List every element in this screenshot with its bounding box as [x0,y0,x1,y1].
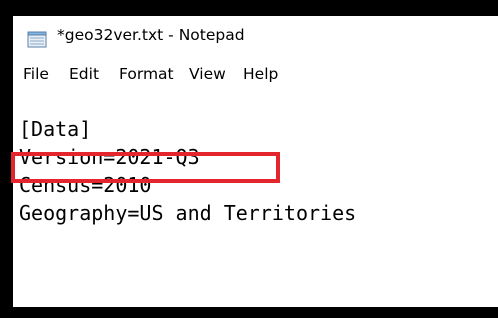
menu-item-help[interactable]: Help [243,65,278,83]
window-title: *geo32ver.txt - Notepad [57,26,245,44]
editor-line-data: [Data] [19,117,92,141]
menu-item-edit[interactable]: Edit [69,65,99,83]
screenshot-frame: *geo32ver.txt - Notepad File Edit Format… [0,0,498,318]
menu-bar: File Edit Format View Help [13,65,498,89]
menu-item-view[interactable]: View [189,65,226,83]
text-editor-area[interactable]: [Data] Version=2021-Q3 Census=2010 Geogr… [13,114,498,307]
editor-line-geography: Geography=US and Territories [19,201,357,225]
menu-item-format[interactable]: Format [119,65,174,83]
title-bar[interactable]: *geo32ver.txt - Notepad [13,16,498,58]
editor-line-census: Census=2010 [19,173,152,197]
notepad-window: *geo32ver.txt - Notepad File Edit Format… [13,16,498,307]
notepad-icon [27,31,47,48]
menu-item-file[interactable]: File [23,65,49,83]
editor-line-version: Version=2021-Q3 [19,145,200,169]
